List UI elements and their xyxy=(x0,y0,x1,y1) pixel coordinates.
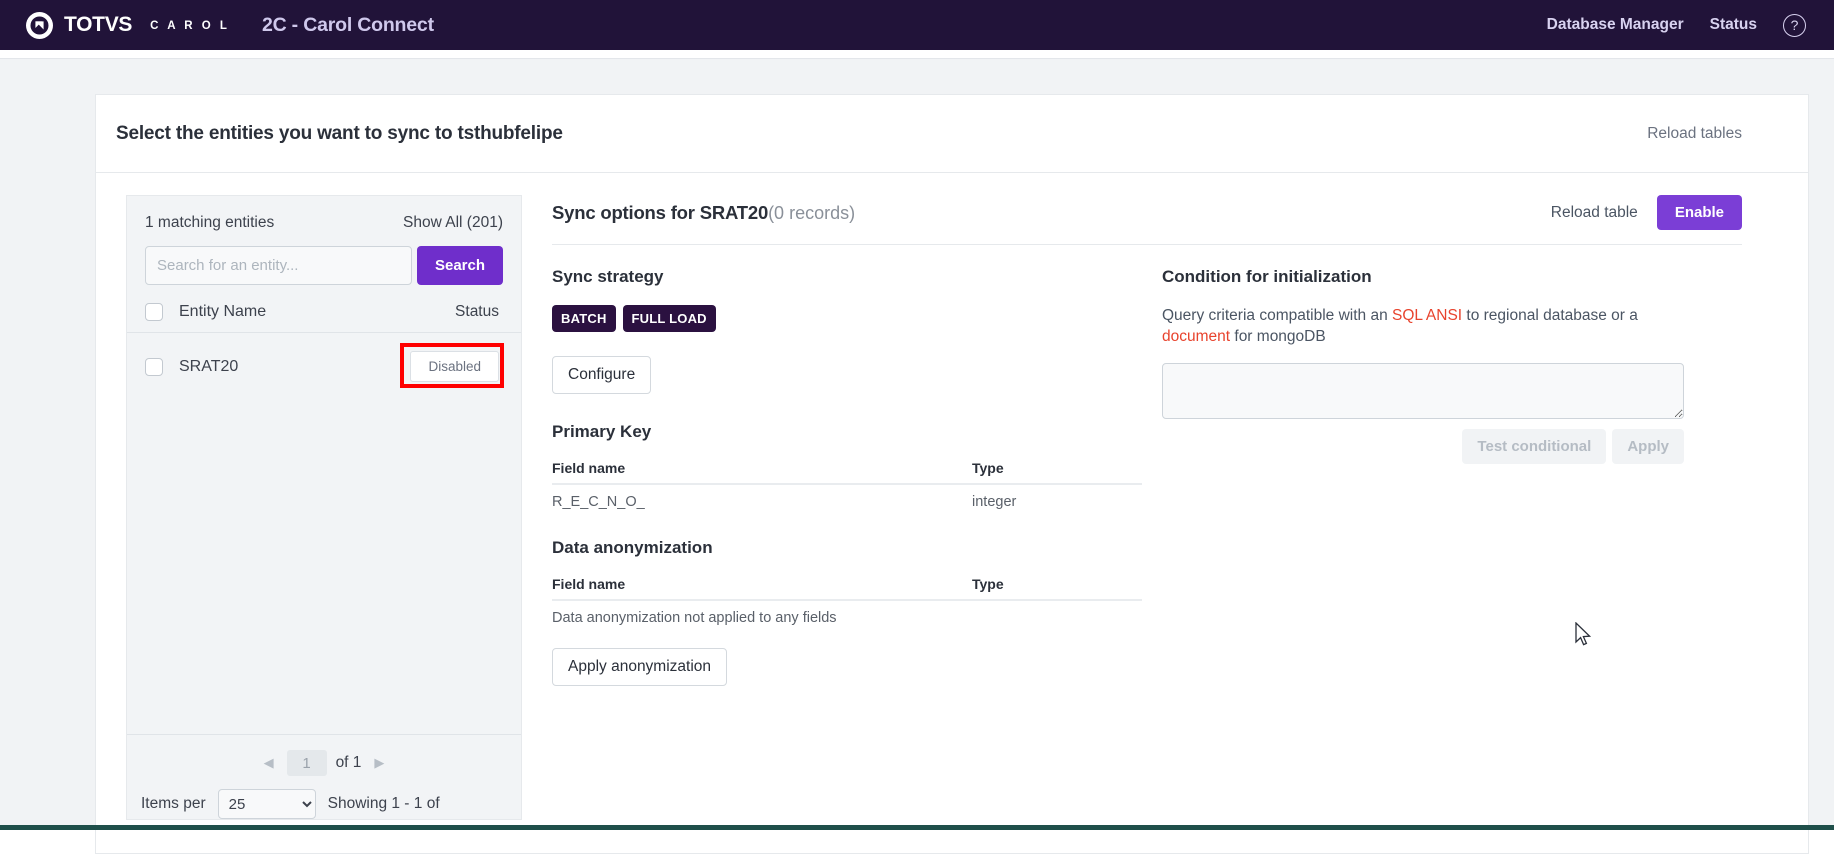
app-title: 2C - Carol Connect xyxy=(261,13,434,36)
page-number-input[interactable] xyxy=(286,750,327,776)
reload-tables-link[interactable]: Reload tables xyxy=(1647,125,1742,143)
sync-strategy-badges: BATCH FULL LOAD xyxy=(552,305,1142,332)
entity-name-cell: SRAT20 xyxy=(179,357,239,375)
page-background: Select the entities you want to sync to … xyxy=(0,50,1834,854)
matching-entities-count: 1 matching entities xyxy=(145,214,275,231)
data-anonymization-table: Field name Type xyxy=(552,576,1142,601)
anonymization-empty-message: Data anonymization not applied to any fi… xyxy=(552,610,837,626)
column-header-entity-name: Entity Name xyxy=(179,303,267,320)
data-anonymization-title: Data anonymization xyxy=(552,538,713,557)
nav-link-database-manager[interactable]: Database Manager xyxy=(1547,16,1684,34)
entities-count-row: 1 matching entities Show All (201) xyxy=(145,214,503,232)
test-conditional-button[interactable]: Test conditional xyxy=(1462,428,1607,464)
header-divider xyxy=(552,244,1742,245)
sync-options-title-wrap: Sync options for SRAT20(0 records) xyxy=(552,202,855,224)
entity-list-empty-space xyxy=(127,400,521,734)
totvs-logo-icon xyxy=(26,11,53,39)
showing-range-label: Showing 1 - 1 of xyxy=(327,795,440,812)
primary-key-title: Primary Key xyxy=(552,422,652,441)
primary-key-column-field: Field name xyxy=(552,460,972,485)
main-card: Select the entities you want to sync to … xyxy=(95,94,1809,854)
condition-action-buttons: Test conditional Apply xyxy=(1162,428,1684,464)
sql-ansi-link[interactable]: SQL ANSI xyxy=(1392,307,1462,324)
primary-key-section: Primary Key Field name Type R_E_C_N_O_ i… xyxy=(552,422,1142,510)
next-page-icon[interactable]: ▶ xyxy=(370,755,388,771)
condition-textarea[interactable] xyxy=(1162,362,1684,419)
pagination: ◀ of 1 ▶ Items per 25 Showing 1 - 1 of xyxy=(127,734,521,819)
sync-options-left-column: Sync strategy BATCH FULL LOAD Configure … xyxy=(552,267,1142,686)
logo-carol-text: C A R O L xyxy=(150,20,230,32)
condition-title: Condition for initialization xyxy=(1162,267,1372,286)
badge-batch: BATCH xyxy=(552,305,616,332)
top-nav-links: Database Manager Status ? xyxy=(1547,13,1806,37)
search-button[interactable]: Search xyxy=(417,246,503,285)
page-total-label: of 1 xyxy=(335,754,362,771)
row-checkbox[interactable] xyxy=(145,357,163,376)
pagination-footer: Items per 25 Showing 1 - 1 of xyxy=(127,776,521,819)
entity-list-header: Entity Name Status xyxy=(127,285,521,333)
primary-key-column-type: Type xyxy=(972,460,1142,485)
show-all-link[interactable]: Show All (201) xyxy=(403,214,503,232)
condition-desc-part2: to regional database or a xyxy=(1462,307,1638,324)
primary-key-type-cell: integer xyxy=(972,494,1017,510)
anonymization-column-type: Type xyxy=(972,576,1142,601)
column-header-status: Status xyxy=(455,303,499,320)
table-row: R_E_C_N_O_ integer xyxy=(552,484,1142,510)
brand-logo[interactable]: TOTVS C A R O L xyxy=(26,11,230,39)
top-navigation-bar: TOTVS C A R O L 2C - Carol Connect Datab… xyxy=(0,0,1834,50)
condition-desc-part3: for mongoDB xyxy=(1230,328,1326,346)
help-icon[interactable]: ? xyxy=(1783,13,1806,37)
page-title: Select the entities you want to sync to … xyxy=(116,122,563,144)
bottom-status-strip xyxy=(0,825,1834,830)
pagination-controls: ◀ of 1 ▶ xyxy=(260,750,389,776)
sync-strategy-title: Sync strategy xyxy=(552,267,664,286)
apply-anonymization-button[interactable]: Apply anonymization xyxy=(552,648,728,686)
condition-description: Query criteria compatible with an SQL AN… xyxy=(1162,305,1682,348)
sync-options-header: Sync options for SRAT20(0 records) Reloa… xyxy=(552,195,1742,244)
sync-options-right-column: Condition for initialization Query crite… xyxy=(1142,267,1742,686)
card-header: Select the entities you want to sync to … xyxy=(96,95,1808,173)
reload-table-link[interactable]: Reload table xyxy=(1551,204,1638,222)
table-row[interactable]: SRAT20 Disabled xyxy=(127,333,521,400)
card-body: 1 matching entities Show All (201) Searc… xyxy=(96,173,1808,854)
document-link[interactable]: document xyxy=(1162,328,1230,345)
sync-options-actions: Reload table Enable xyxy=(1551,195,1742,230)
primary-key-header-row: Field name Type xyxy=(552,460,1142,485)
configure-button[interactable]: Configure xyxy=(552,356,652,394)
prev-page-icon[interactable]: ◀ xyxy=(260,755,278,771)
sync-options-columns: Sync strategy BATCH FULL LOAD Configure … xyxy=(552,267,1742,686)
sync-options-panel: Sync options for SRAT20(0 records) Reloa… xyxy=(522,173,1808,854)
entity-search-row: Search xyxy=(145,246,503,285)
entities-panel-top: 1 matching entities Show All (201) Searc… xyxy=(127,196,521,285)
data-anonymization-header-row: Field name Type xyxy=(552,576,1142,601)
badge-full-load: FULL LOAD xyxy=(622,305,716,332)
items-per-page-select[interactable]: 25 xyxy=(217,789,316,819)
page-top-strip xyxy=(0,50,1834,59)
primary-key-field-cell: R_E_C_N_O_ xyxy=(552,494,645,510)
select-all-checkbox[interactable] xyxy=(145,303,163,321)
primary-key-table: Field name Type R_E_C_N_O_ integer xyxy=(552,460,1142,510)
nav-link-status[interactable]: Status xyxy=(1710,16,1757,34)
data-anonymization-section: Data anonymization Field name Type Data … xyxy=(552,538,1142,686)
sync-options-title: Sync options for SRAT20 xyxy=(552,201,769,223)
logo-totvs-text: TOTVS xyxy=(64,13,133,36)
sync-options-record-count: (0 records) xyxy=(768,202,856,223)
status-cell: Disabled xyxy=(400,343,505,388)
anonymization-column-field: Field name xyxy=(552,576,972,601)
entities-panel: 1 matching entities Show All (201) Searc… xyxy=(126,195,522,820)
search-input[interactable] xyxy=(145,246,412,285)
enable-button[interactable]: Enable xyxy=(1656,195,1742,230)
status-badge[interactable]: Disabled xyxy=(410,351,499,382)
apply-condition-button[interactable]: Apply xyxy=(1612,428,1684,464)
condition-desc-part1: Query criteria compatible with an xyxy=(1162,307,1393,324)
items-per-page-label: Items per xyxy=(141,795,206,812)
